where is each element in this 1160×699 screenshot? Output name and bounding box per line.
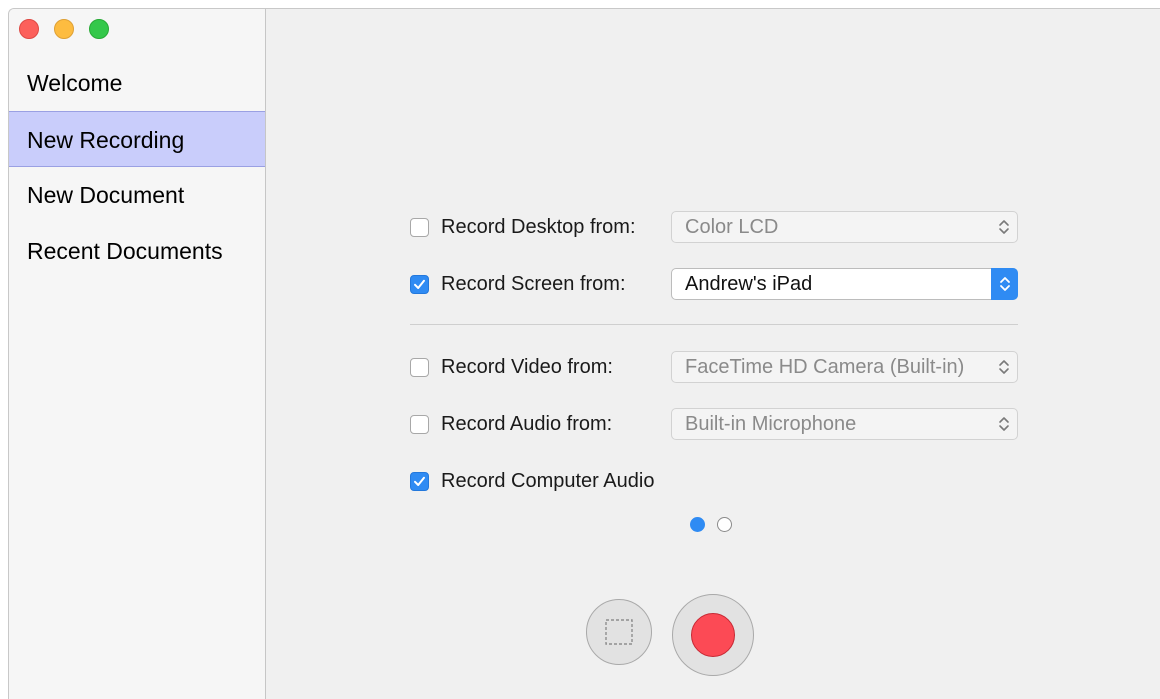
sidebar-item-new-document[interactable]: New Document — [9, 167, 265, 223]
record-screen-checkbox[interactable] — [410, 274, 429, 294]
page-indicator — [690, 517, 744, 532]
audio-source-value: Built-in Microphone — [685, 413, 857, 435]
audio-source-select[interactable]: Built-in Microphone — [671, 408, 1018, 440]
sidebar: Welcome New Recording New Document Recen… — [9, 9, 266, 699]
sidebar-item-label: Recent Documents — [27, 238, 223, 264]
checkmark-icon — [414, 279, 425, 289]
page-dot-2[interactable] — [717, 517, 732, 532]
record-desktop-checkbox[interactable] — [410, 217, 429, 237]
sidebar-item-recent-documents[interactable]: Recent Documents — [9, 223, 265, 279]
sidebar-item-label: New Document — [27, 182, 185, 208]
zoom-window-button[interactable] — [89, 19, 109, 39]
sidebar-item-welcome[interactable]: Welcome — [9, 55, 265, 111]
record-computer-audio-checkbox[interactable] — [410, 471, 429, 491]
window-controls — [19, 19, 124, 39]
chevron-up-down-icon — [999, 220, 1009, 234]
record-video-row: Record Video from: FaceTime HD Camera (B… — [410, 351, 1018, 383]
sidebar-item-label: Welcome — [27, 70, 123, 96]
sidebar-nav: Welcome New Recording New Document Recen… — [9, 55, 265, 279]
main-panel: Record Desktop from: Color LCD Record Sc… — [266, 9, 1160, 699]
record-computer-audio-label: Record Computer Audio — [441, 470, 655, 492]
desktop-source-select[interactable]: Color LCD — [671, 211, 1018, 243]
dashed-selection-icon — [605, 619, 633, 645]
screen-source-value: Andrew's iPad — [685, 273, 813, 295]
record-desktop-row: Record Desktop from: Color LCD — [410, 211, 1018, 243]
select-arrow-button — [991, 268, 1018, 300]
record-audio-row: Record Audio from: Built-in Microphone — [410, 408, 1018, 440]
app-window: Welcome New Recording New Document Recen… — [8, 8, 1160, 699]
section-divider — [410, 324, 1018, 325]
record-video-checkbox[interactable] — [410, 357, 429, 377]
record-dot-icon — [691, 613, 735, 657]
video-source-select[interactable]: FaceTime HD Camera (Built-in) — [671, 351, 1018, 383]
sidebar-item-new-recording[interactable]: New Recording — [9, 111, 265, 167]
video-source-value: FaceTime HD Camera (Built-in) — [685, 356, 965, 378]
chevron-up-down-icon — [999, 360, 1009, 374]
record-desktop-label: Record Desktop from: — [441, 216, 636, 238]
record-audio-label: Record Audio from: — [441, 413, 613, 435]
chevron-up-down-icon — [999, 417, 1009, 431]
record-screen-row: Record Screen from: Andrew's iPad — [410, 268, 1018, 300]
sidebar-item-label: New Recording — [27, 127, 185, 153]
close-window-button[interactable] — [19, 19, 39, 39]
record-computer-audio-row: Record Computer Audio — [410, 465, 654, 497]
record-button[interactable] — [672, 594, 754, 676]
desktop-source-value: Color LCD — [685, 216, 779, 238]
record-audio-checkbox[interactable] — [410, 414, 429, 434]
select-area-button[interactable] — [586, 599, 652, 665]
chevron-up-down-icon — [1000, 277, 1010, 291]
record-video-label: Record Video from: — [441, 356, 613, 378]
page-dot-1[interactable] — [690, 517, 705, 532]
record-screen-label: Record Screen from: — [441, 273, 626, 295]
screen-source-select[interactable]: Andrew's iPad — [671, 268, 1018, 300]
checkmark-icon — [414, 476, 425, 486]
minimize-window-button[interactable] — [54, 19, 74, 39]
